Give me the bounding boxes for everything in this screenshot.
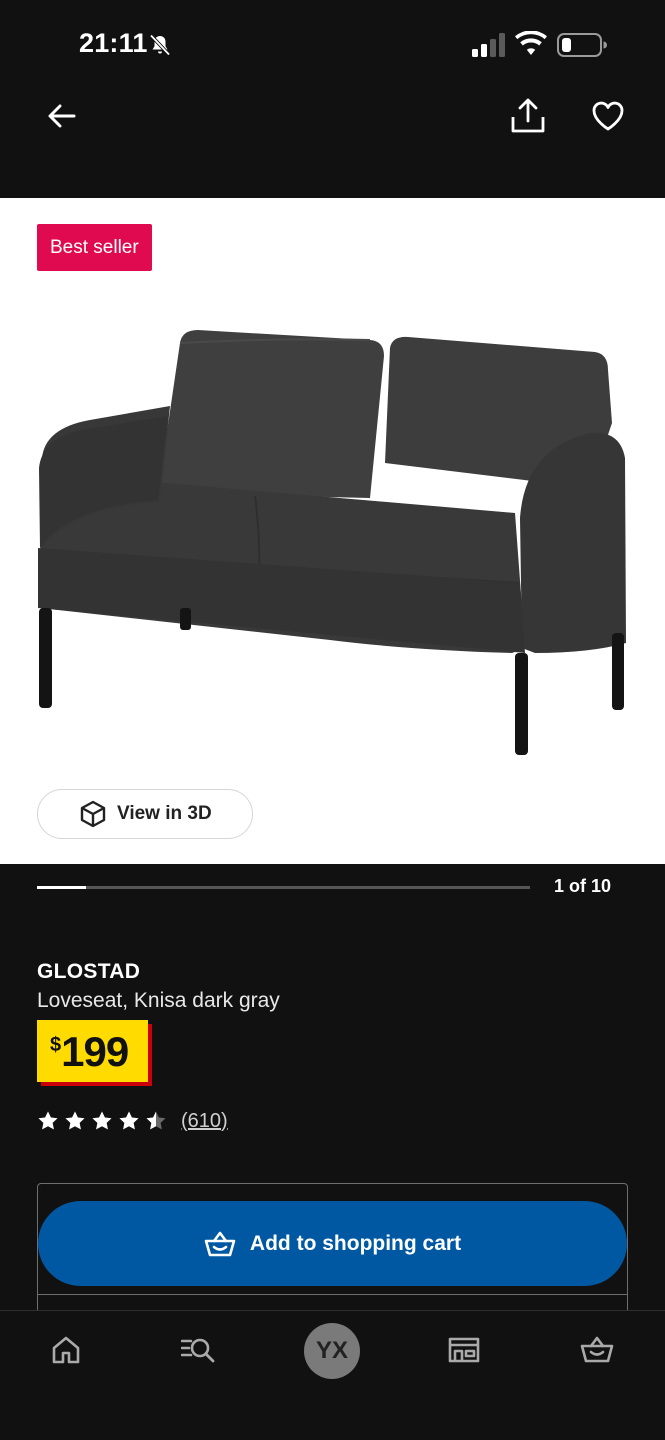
product-rating[interactable]: (610) xyxy=(37,1108,228,1134)
best-seller-badge: Best seller xyxy=(37,224,152,271)
rating-star-icon xyxy=(38,1111,58,1130)
product-image-loveseat[interactable] xyxy=(30,318,640,768)
price-tag-face: $ 199 xyxy=(37,1020,148,1082)
bell-slash-icon xyxy=(149,34,171,56)
add-to-cart-label: Add to shopping cart xyxy=(249,1231,462,1255)
rating-star-icon xyxy=(92,1111,112,1130)
status-time: 21:11 xyxy=(79,28,148,58)
rating-star-icon xyxy=(119,1111,139,1130)
review-count-link[interactable]: (610) xyxy=(181,1110,228,1133)
image-carousel-indicator: 1 of 10 xyxy=(0,864,665,924)
bottom-nav-bar: YX xyxy=(0,1310,665,1440)
carousel-counter: 1 of 10 xyxy=(554,876,612,896)
add-to-cart-button[interactable]: Add to shopping cart xyxy=(38,1201,627,1286)
rating-star-icon xyxy=(65,1111,85,1130)
cart-basket-icon[interactable] xyxy=(580,1333,614,1367)
heart-icon[interactable] xyxy=(590,98,626,134)
search-menu-icon[interactable] xyxy=(181,1333,215,1367)
share-icon[interactable] xyxy=(508,96,548,136)
price-currency: $ xyxy=(50,1034,62,1056)
product-name: GLOSTAD xyxy=(37,960,141,983)
wifi-icon xyxy=(515,31,547,55)
status-bar: 21:11 xyxy=(0,0,665,90)
price-tag: $ 199 xyxy=(37,1020,152,1086)
view-in-3d-button[interactable]: View in 3D xyxy=(37,789,253,839)
top-nav-bar xyxy=(0,90,665,198)
profile-avatar[interactable]: YX xyxy=(304,1323,360,1379)
view-in-3d-label: View in 3D xyxy=(117,803,212,824)
cellular-signal-icon xyxy=(472,33,505,57)
price-amount: 199 xyxy=(61,1028,129,1075)
cube-3d-icon xyxy=(80,800,106,828)
battery-icon xyxy=(557,33,607,57)
product-image-gallery[interactable]: Best seller View in 3D xyxy=(0,198,665,864)
carousel-progress-track xyxy=(37,886,530,889)
store-icon[interactable] xyxy=(447,1333,481,1367)
shopping-basket-icon xyxy=(204,1231,236,1256)
rating-stars xyxy=(37,1110,172,1132)
product-description: Loveseat, Knisa dark gray xyxy=(37,989,280,1012)
home-icon[interactable] xyxy=(49,1333,83,1367)
back-arrow-icon[interactable] xyxy=(44,98,80,134)
rating-star-icon xyxy=(146,1111,166,1130)
purchase-panel-divider xyxy=(37,1294,628,1295)
carousel-progress-fill xyxy=(37,886,87,889)
